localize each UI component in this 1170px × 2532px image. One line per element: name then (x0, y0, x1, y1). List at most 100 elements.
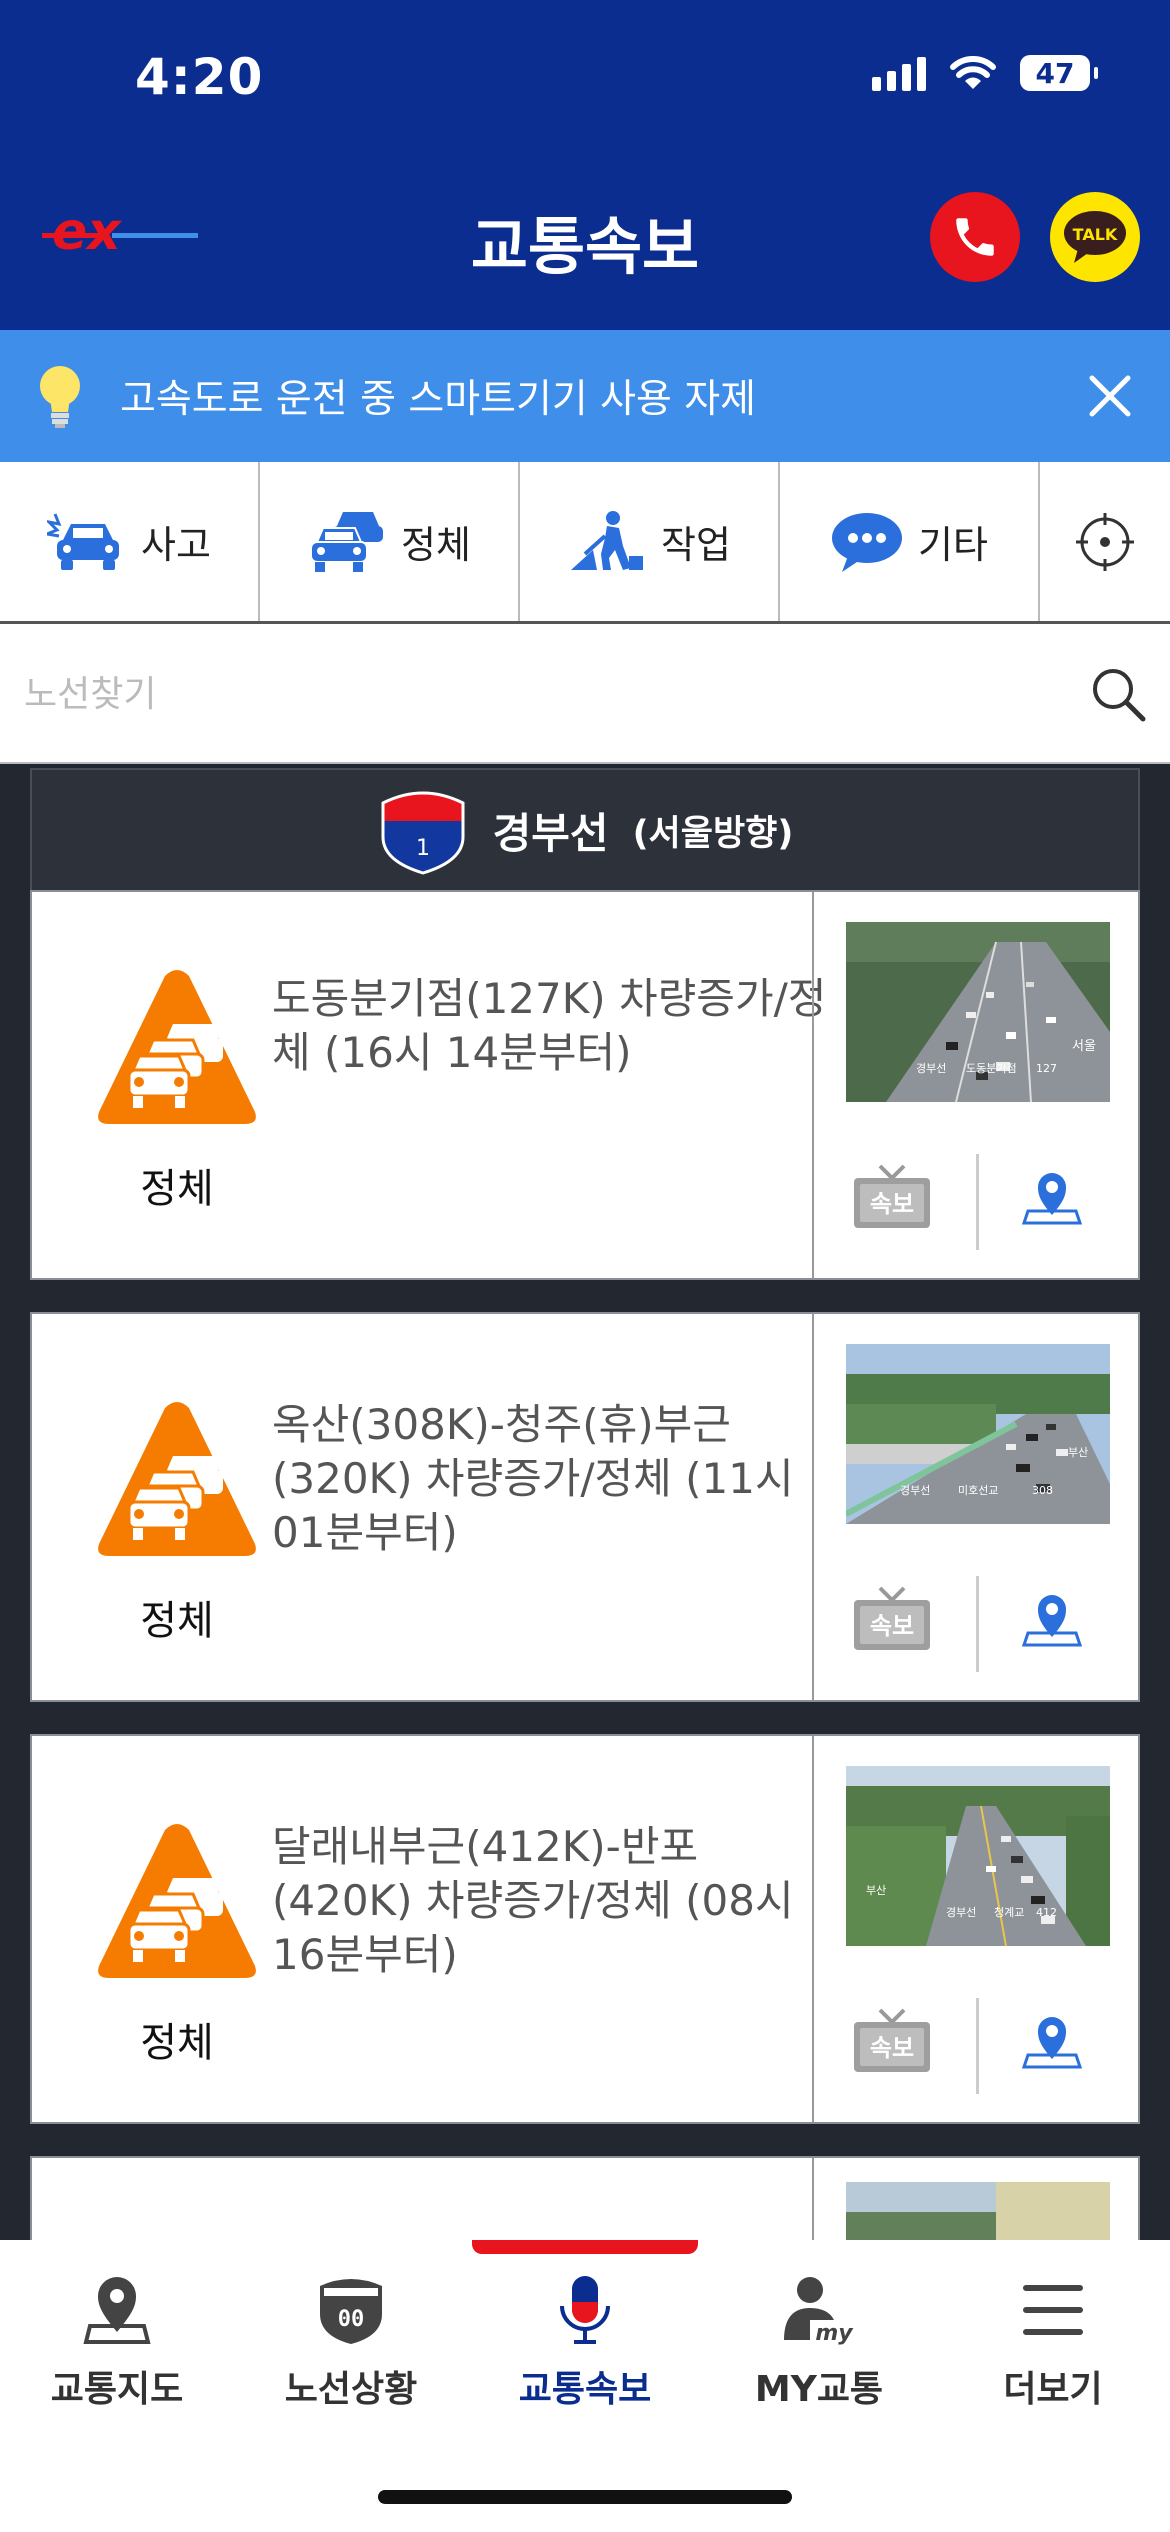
cctv-thumbnail[interactable]: 부산 경부선 미호선교 308 (846, 1344, 1110, 1524)
chat-bubble-icon (832, 512, 903, 572)
crosshair-icon (1076, 512, 1134, 571)
filter-label: 기타 (918, 523, 988, 567)
traffic-card-partial[interactable] (30, 2156, 1140, 2240)
tab-my-traffic[interactable]: my MY교통 (702, 2274, 936, 2412)
traffic-card[interactable]: 정체 달래내부근(412K)-반포(420K) 차량증가/정체 (08시 16분… (30, 1734, 1140, 2124)
tab-label: 노선상황 (284, 2369, 418, 2410)
congestion-cars-icon (310, 511, 384, 572)
divider (976, 1998, 979, 2094)
cctv-thumbnail[interactable]: 서울 경부선 도동분기점 127 (846, 922, 1110, 1102)
filter-other[interactable]: 기타 (780, 462, 1040, 621)
battery-icon: 47 (1020, 55, 1098, 91)
kakaotalk-icon: TALK (1064, 211, 1126, 263)
cctv-thumbnail[interactable] (846, 2182, 1110, 2240)
traffic-news-list[interactable]: 1 경부선 (서울방향) 정체 도동분기점(127K) 차량증가/정체 (16시… (0, 764, 1170, 2240)
congestion-warning-icon (98, 1824, 256, 1978)
cctv-overlay-mid: 도동분기점 (966, 1062, 1017, 1075)
filter-accident[interactable]: 사고 (0, 462, 260, 621)
congestion-alert: 정체 (92, 968, 262, 1214)
route-number: 1 (416, 836, 430, 861)
route-shield-icon: 1 (381, 791, 465, 875)
cctv-sign: 서울 (1072, 1039, 1096, 1054)
tab-traffic-map[interactable]: 교통지도 (0, 2274, 234, 2412)
tab-more[interactable]: 더보기 (936, 2274, 1170, 2412)
bottom-tab-bar: 교통지도 00 노선상황 교통속보 my MY교통 더보기 (0, 2240, 1170, 2532)
congestion-warning-icon (98, 1402, 256, 1556)
filter-label: 사고 (141, 523, 211, 567)
tv-news-icon[interactable]: 속보 (852, 2006, 932, 2076)
cctv-overlay-mid: 청계교 (994, 1906, 1024, 1919)
tab-label: MY교통 (754, 2369, 884, 2410)
talk-label: TALK (1073, 225, 1118, 244)
tab-route-status[interactable]: 00 노선상황 (234, 2274, 468, 2412)
user-my-icon: my (784, 2277, 854, 2346)
map-location-icon[interactable] (1022, 2011, 1082, 2071)
divider (812, 892, 814, 1278)
lightbulb-icon (40, 366, 80, 428)
cctv-sign: 부산 (866, 1884, 886, 1897)
route-search-input[interactable] (22, 662, 1026, 726)
map-pin-icon (83, 2277, 151, 2344)
traffic-card[interactable]: 정체 옥산(308K)-청주(휴)부근(320K) 차량증가/정체 (11시 0… (30, 1312, 1140, 1702)
tab-label: 교통지도 (50, 2369, 184, 2410)
close-icon[interactable] (1080, 366, 1140, 426)
news-label: 속보 (870, 2034, 914, 2062)
divider (976, 1576, 979, 1672)
call-button[interactable] (930, 192, 1020, 282)
filter-roadwork[interactable]: 작업 (520, 462, 780, 621)
route-header: 1 경부선 (서울방향) (30, 768, 1140, 892)
cctv-overlay-mid: 미호선교 (958, 1484, 998, 1497)
home-indicator (378, 2490, 792, 2504)
divider (812, 2158, 814, 2240)
tab-label: 더보기 (1003, 2369, 1103, 2410)
phone-icon (956, 218, 994, 256)
traffic-card[interactable]: 정체 도동분기점(127K) 차량증가/정체 (16시 14분부터) 서울 경부… (30, 890, 1140, 1280)
microphone-icon (560, 2276, 610, 2344)
cctv-thumbnail[interactable]: 부산 경부선 청계교 412 (846, 1766, 1110, 1946)
cctv-overlay-left: 경부선 (916, 1062, 946, 1075)
menu-icon (1023, 2285, 1083, 2335)
divider (812, 1314, 814, 1700)
tv-news-icon[interactable]: 속보 (852, 1162, 932, 1232)
status-label: 정체 (140, 1166, 214, 1212)
route-name: 경부선 (492, 808, 609, 858)
incident-description: 달래내부근(412K)-반포(420K) 차량증가/정체 (08시 16분부터) (272, 1822, 794, 1979)
cctv-overlay-right: 127 (1036, 1062, 1057, 1075)
status-time: 4:20 (135, 48, 264, 106)
filter-congestion[interactable]: 정체 (260, 462, 520, 621)
kakaotalk-button[interactable]: TALK (1050, 192, 1140, 282)
shield-badge: 00 (338, 2307, 365, 2332)
filter-label: 정체 (401, 523, 471, 567)
search-icon[interactable] (1088, 664, 1148, 724)
incident-description: 도동분기점(127K) 차량증가/정체 (16시 14분부터) (272, 974, 827, 1077)
cctv-overlay-right: 308 (1032, 1484, 1053, 1497)
notice-banner: 고속도로 운전 중 스마트기기 사용 자제 (0, 330, 1170, 462)
status-label: 정체 (140, 2020, 214, 2066)
news-label: 속보 (870, 1190, 914, 1218)
congestion-warning-icon (98, 970, 256, 1124)
route-search-bar (0, 624, 1170, 764)
route-direction: (서울방향) (632, 813, 794, 854)
tab-label: 교통속보 (518, 2369, 652, 2410)
wifi-icon (950, 56, 996, 89)
cctv-overlay-left: 경부선 (946, 1906, 976, 1919)
tab-traffic-news[interactable]: 교통속보 (468, 2274, 702, 2412)
map-location-icon[interactable] (1022, 1589, 1082, 1649)
cctv-overlay-right: 412 (1036, 1906, 1057, 1919)
category-filter-bar: 사고 정체 작업 기타 (0, 462, 1170, 624)
my-location-button[interactable] (1040, 462, 1170, 621)
status-icons: 47 (872, 55, 1098, 91)
active-tab-indicator (472, 2240, 698, 2254)
my-badge: my (815, 2321, 854, 2346)
divider (812, 1736, 814, 2122)
tv-news-icon[interactable]: 속보 (852, 1584, 932, 1654)
app-header: 4:20 47 ex 교통속보 TALK (0, 0, 1170, 330)
map-location-icon[interactable] (1022, 1167, 1082, 1227)
news-label: 속보 (870, 1612, 914, 1640)
incident-description: 옥산(308K)-청주(휴)부근(320K) 차량증가/정체 (11시 01분부… (272, 1400, 794, 1557)
divider (976, 1154, 979, 1250)
congestion-alert: 정체 (92, 1400, 262, 1646)
route-shield-icon: 00 (320, 2279, 382, 2344)
cellular-signal-icon (872, 55, 926, 91)
filter-label: 작업 (661, 523, 731, 567)
